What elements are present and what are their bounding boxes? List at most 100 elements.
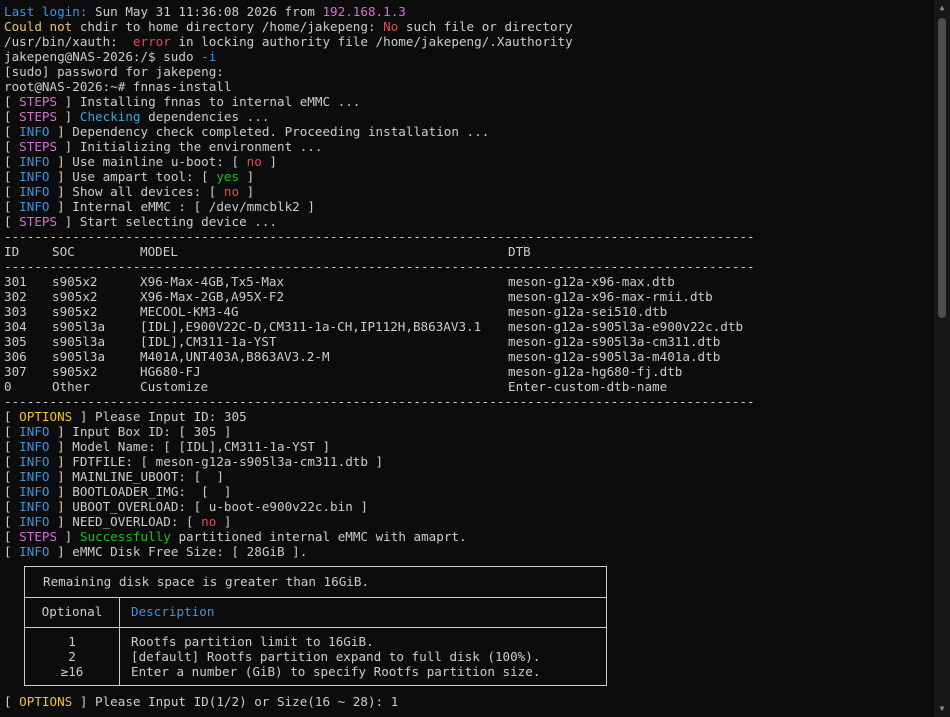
log-text: UBOOT_OVERLOAD: [ u-boot-e900v22c.bin ]: [64, 499, 368, 514]
scroll-up-arrow-icon[interactable]: ▲: [934, 0, 950, 16]
table-row: 307 s905x2 HG680-FJ meson-g12a-hg680-fj.dtb: [4, 364, 934, 379]
table-cell-soc: s905x2: [52, 304, 98, 319]
log-tag: INFO: [19, 184, 50, 199]
log-tag: INFO: [19, 154, 50, 169]
log-tag: INFO: [19, 544, 50, 559]
table-cell-id: 307: [4, 364, 27, 379]
root-command-line: root@NAS-2026:~# fnnas-install: [4, 79, 232, 94]
bracket-open: [: [4, 409, 20, 424]
log-text: Show all devices: [: [64, 184, 224, 199]
bracket-open: [: [4, 439, 20, 454]
bracket-close: ]: [49, 154, 65, 169]
bracket-open: [: [4, 529, 20, 544]
final-input-prompt[interactable]: [ OPTIONS ] Please Input ID(1/2) or Size…: [4, 694, 398, 709]
header-dtb: DTB: [508, 244, 531, 259]
table-cell-id: 304: [4, 319, 27, 334]
selection-log-line: [ INFO ] UBOOT_OVERLOAD: [ u-boot-e900v2…: [4, 499, 934, 514]
log-highlight: Checking: [79, 109, 141, 124]
table-cell-model: [IDL],E900V22C-D,CM311-1a-CH,IP112H,B863…: [140, 319, 482, 334]
log-tag: STEPS: [19, 529, 58, 544]
last-login-line: Last login: Sun May 31 11:36:08 2026 fro…: [4, 4, 934, 19]
log-text: dependencies ...: [140, 109, 270, 124]
table-cell-id: 305: [4, 334, 27, 349]
bracket-close: ]: [49, 484, 65, 499]
log-text: Please Input ID: 305: [87, 409, 247, 424]
chdir-text2: such file or directory: [398, 19, 573, 34]
table-cell-id: 306: [4, 349, 27, 364]
scroll-down-arrow-icon[interactable]: ▼: [934, 701, 950, 717]
bracket-open: [: [4, 469, 20, 484]
partition-options-dialog: Remaining disk space is greater than 16G…: [24, 566, 607, 686]
bracket-close: ]: [49, 499, 65, 514]
log-tag: INFO: [19, 469, 50, 484]
bracket-open: [: [4, 214, 20, 229]
bracket-open: [: [4, 454, 20, 469]
bracket-open: [: [4, 94, 20, 109]
install-log-line: [ INFO ] Use ampart tool: [ yes ]: [4, 169, 934, 184]
selection-log-line: [ INFO ] Input Box ID: [ 305 ]: [4, 424, 934, 439]
option-number: ≥16: [60, 664, 84, 679]
header-id: ID: [4, 244, 20, 259]
log-text: ]: [261, 154, 278, 169]
install-log-line: [ INFO ] Show all devices: [ no ]: [4, 184, 934, 199]
log-tag: STEPS: [19, 109, 58, 124]
sudo-command-line: jakepeng@NAS-2026:/$ sudo -i: [4, 49, 934, 64]
log-text: BOOTLOADER_IMG: [ ]: [64, 484, 232, 499]
log-text: MAINLINE_UBOOT: [ ]: [64, 469, 224, 484]
log-text: partitioned internal eMMC with amaprt.: [170, 529, 467, 544]
table-row: 304 s905l3a [IDL],E900V22C-D,CM311-1a-CH,I…: [4, 319, 934, 334]
table-cell-model: MECOOL-KM3-4G: [140, 304, 239, 319]
selection-log-line: [ INFO ] FDTFILE: [ meson-g12a-s905l3a-c…: [4, 454, 934, 469]
table-cell-dtb: meson-g12a-s905l3a-cm311.dtb: [508, 334, 721, 349]
optional-column-header: Optional: [25, 597, 120, 627]
login-text: Sun May 31 11:36:08 2026 from: [87, 4, 323, 19]
bracket-open: [: [4, 109, 20, 124]
table-cell-id: 0: [4, 379, 12, 394]
dialog-options: 1 Rootfs partition limit to 16GiB. 2 [defau…: [25, 627, 606, 685]
bracket-open: [: [4, 169, 20, 184]
login-ip: 192.168.1.3: [322, 4, 406, 19]
selection-log-line: [ INFO ] Model Name: [ [IDL],CM311-1a-YS…: [4, 439, 934, 454]
bracket-close: ]: [49, 169, 65, 184]
log-tag: INFO: [19, 454, 50, 469]
final-prompt-tag: OPTIONS: [19, 694, 73, 709]
install-log-line: [ STEPS ] Initializing the environment .…: [4, 139, 934, 154]
chdir-error-line: Could not chdir to home directory /home/…: [4, 19, 934, 34]
table-divider-top: ----------------------------------------…: [4, 229, 755, 244]
dialog-option-row: ≥16 Enter a number (GiB) to specify Rootf…: [25, 664, 606, 679]
log-highlight: Successfully: [79, 529, 171, 544]
install-log-line: [ INFO ] Internal eMMC : [ /dev/mmcblk2 …: [4, 199, 934, 214]
log-text: ]: [239, 184, 255, 199]
bracket-close: ]: [49, 439, 65, 454]
table-cell-id: 302: [4, 289, 27, 304]
bracket-close: ]: [57, 529, 73, 544]
log-text: ]: [216, 514, 232, 529]
bracket-open: [: [4, 499, 20, 514]
dialog-header: Remaining disk space is greater than 16G…: [25, 567, 606, 598]
table-row: 301 s905x2 X96-Max-4GB,Tx5-Max meson-g12a-x…: [4, 274, 934, 289]
bracket-close: ]: [57, 214, 73, 229]
bracket-open: [: [4, 139, 20, 154]
bracket-close: ]: [49, 454, 65, 469]
option-description: Rootfs partition limit to 16GiB.: [131, 634, 374, 649]
table-cell-dtb: meson-g12a-s905l3a-e900v22c.dtb: [508, 319, 744, 334]
xauth-error: error: [132, 34, 171, 49]
sudo-flag: -i: [201, 49, 217, 64]
log-tag: INFO: [19, 424, 50, 439]
table-cell-model: M401A,UNT403A,B863AV3.2-M: [140, 349, 330, 364]
selection-log: [ OPTIONS ] Please Input ID: 305[ INFO ]…: [4, 409, 934, 559]
table-cell-soc: s905x2: [52, 274, 98, 289]
bracket-open: [: [4, 124, 20, 139]
install-log-line: [ STEPS ] Installing fnnas to internal e…: [4, 94, 934, 109]
chdir-no: No: [383, 19, 399, 34]
selection-log-line: [ OPTIONS ] Please Input ID: 305: [4, 409, 934, 424]
scroll-thumb[interactable]: [938, 18, 946, 318]
bracket-open: [: [4, 424, 20, 439]
log-value: no: [246, 154, 262, 169]
log-value: no: [223, 184, 240, 199]
vertical-scrollbar[interactable]: ▲ ▼: [934, 0, 950, 717]
table-cell-soc: Other: [52, 379, 90, 394]
table-divider-mid: ----------------------------------------…: [4, 259, 755, 274]
log-tag: INFO: [19, 484, 50, 499]
